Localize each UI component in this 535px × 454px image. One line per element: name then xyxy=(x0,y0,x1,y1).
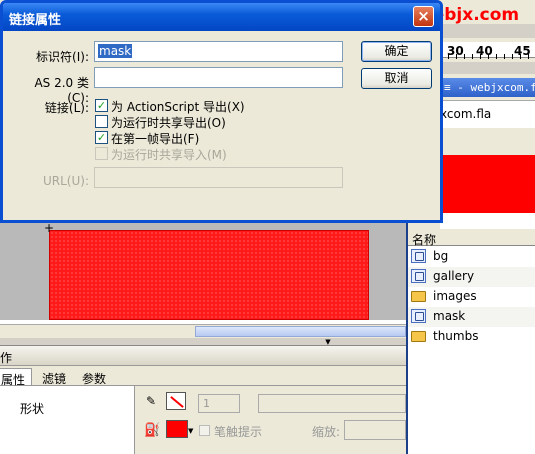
fill-dropdown-icon[interactable]: ▼ xyxy=(188,427,193,435)
library-item-label: images xyxy=(433,289,477,303)
stage-red-rectangle[interactable] xyxy=(49,230,369,320)
export-first-frame-label[interactable]: 在第一帧导出(F) xyxy=(111,130,199,147)
folder-icon xyxy=(411,291,426,302)
actions-panel-header[interactable]: 动作 xyxy=(0,346,406,366)
export-actionscript-label[interactable]: 为 ActionScript 导出(X) xyxy=(111,98,245,115)
library-item-thumbs[interactable]: thumbs xyxy=(408,327,535,347)
library-doc-title[interactable]: ≡ - webjxcom.fla xyxy=(440,78,535,97)
paint-bucket-icon: ⛽ xyxy=(144,423,161,438)
collapse-arrow-icon[interactable]: ▼ xyxy=(318,338,338,346)
url-input xyxy=(94,167,343,188)
stroke-width-input[interactable]: 1 xyxy=(198,394,240,413)
library-item-bg[interactable]: bg xyxy=(408,247,535,267)
close-button[interactable]: × xyxy=(413,6,434,27)
actions-label: 动作 xyxy=(0,351,13,365)
toolbar-strip xyxy=(440,24,535,38)
properties-tab-strip: 属性 滤镜 参数 xyxy=(0,366,406,387)
tab-filters[interactable]: 滤镜 xyxy=(36,368,72,386)
library-item-mask[interactable]: mask xyxy=(408,307,535,327)
library-item-images[interactable]: images xyxy=(408,287,535,307)
import-runtime-sharing-label: 为运行时共享导入(M) xyxy=(111,148,227,162)
stroke-hint-label: 笔触提示 xyxy=(214,425,263,439)
export-runtime-sharing-label[interactable]: 为运行时共享导出(O) xyxy=(111,114,226,131)
cancel-button[interactable]: 取消 xyxy=(361,68,432,89)
symbol-icon xyxy=(411,249,426,263)
identifier-value: mask xyxy=(98,44,133,58)
shape-info-panel xyxy=(0,386,135,454)
shape-label: 形状 xyxy=(20,402,45,416)
identifier-label: 标识符(I): xyxy=(36,50,89,64)
linkage-properties-dialog: 链接属性 × 标识符(I): mask AS 2.0 类(C): 链接(L): … xyxy=(0,0,443,223)
library-item-label: gallery xyxy=(433,269,475,283)
doc-file-name: xcom.fla xyxy=(440,107,492,121)
scrollbar-thumb[interactable] xyxy=(195,326,406,337)
dialog-titlebar[interactable]: 链接属性 × xyxy=(3,3,440,31)
fill-color-swatch[interactable] xyxy=(166,420,188,438)
export-actionscript-checkbox[interactable]: ✓ xyxy=(95,99,108,112)
panel-collapse-bar[interactable] xyxy=(0,338,406,346)
tab-properties[interactable]: 属性 xyxy=(0,368,33,387)
stroke-color-swatch[interactable] xyxy=(166,392,186,410)
import-runtime-sharing-checkbox xyxy=(95,147,108,160)
tab-parameters[interactable]: 参数 xyxy=(76,368,112,386)
identifier-input[interactable]: mask xyxy=(94,41,343,62)
ruler-ticks xyxy=(440,54,535,59)
stroke-style-select[interactable] xyxy=(258,394,406,413)
ok-button[interactable]: 确定 xyxy=(361,41,432,62)
dialog-title: 链接属性 xyxy=(9,13,62,28)
stroke-hint-checkbox[interactable] xyxy=(199,425,210,436)
library-item-gallery[interactable]: gallery xyxy=(408,267,535,287)
folder-icon xyxy=(411,331,426,342)
as2-class-input[interactable] xyxy=(94,67,343,88)
library-preview-gap xyxy=(440,213,535,229)
export-runtime-sharing-checkbox[interactable] xyxy=(95,115,108,128)
library-item-label: bg xyxy=(433,249,449,263)
library-item-label: thumbs xyxy=(433,329,479,343)
timeline-frames xyxy=(440,62,535,74)
zoom-label: 缩放: xyxy=(312,425,341,439)
library-preview xyxy=(440,155,535,213)
library-column-header[interactable]: 名称 xyxy=(408,231,535,247)
crosshair-icon: + xyxy=(44,221,55,235)
export-first-frame-checkbox[interactable]: ✓ xyxy=(95,131,108,144)
linkage-label: 链接(L): xyxy=(44,101,89,115)
library-item-label: mask xyxy=(433,309,466,323)
url-label: URL(U): xyxy=(43,174,89,188)
symbol-icon xyxy=(411,309,426,323)
pencil-icon: ✎ xyxy=(146,394,157,408)
symbol-icon xyxy=(411,269,426,283)
library-doc-file: xcom.fla xyxy=(440,100,535,128)
zoom-select[interactable] xyxy=(344,420,406,440)
